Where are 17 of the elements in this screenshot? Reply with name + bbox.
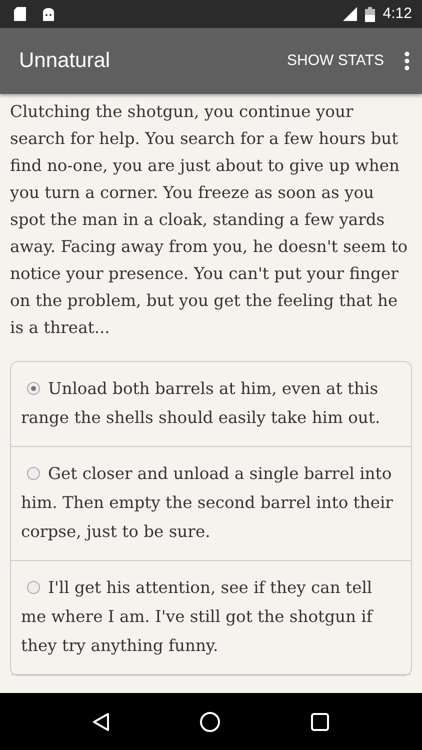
recents-icon[interactable] [310, 712, 330, 732]
back-icon[interactable] [92, 712, 110, 732]
show-stats-button[interactable]: SHOW STATS [283, 44, 388, 78]
radio-button[interactable] [27, 382, 40, 395]
clock-time: 4:12 [382, 4, 412, 24]
sd-card-icon [14, 7, 26, 21]
story-text: Clutching the shotgun, you continue your search for help. You search for a few hours but find no-one, you are just about to give up when you turn a corner. You freeze as soon as you spot the man in a cloak, standing a few yards away. Facing away from you, he doesn't seem to notice your presence. You can't put your finger on the problem, but you get the feeling that he is a threat... [10, 101, 409, 339]
choice-option[interactable]: I'll get his attention, see if they can tell me where I am. I've still got the shotgun if they try anything funny. [11, 561, 411, 675]
home-icon[interactable] [198, 710, 221, 732]
choice-option[interactable]: Get closer and unload a single barrel into him. Then empty the second barrel into their corpse, just to be sure. [11, 447, 411, 561]
overflow-menu-icon[interactable] [404, 51, 410, 71]
radio-button[interactable] [27, 581, 40, 594]
app-title: Unnatural [19, 48, 110, 74]
radio-button[interactable] [27, 467, 40, 480]
signal-icon [340, 7, 357, 21]
battery-icon [364, 6, 375, 22]
choice-option[interactable]: Unload both barrels at him, even at this range the shells should easily take him out. [11, 362, 411, 447]
